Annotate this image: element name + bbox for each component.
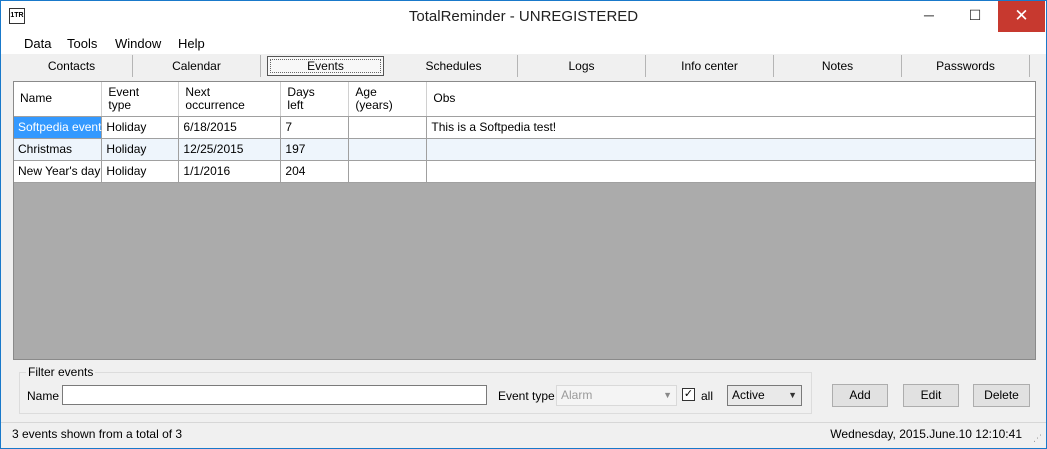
column-header-age[interactable]: Age (years) (348, 82, 428, 117)
column-header-event-type[interactable]: Event type (101, 82, 180, 117)
resize-grip-icon[interactable]: ⋰ (1033, 433, 1043, 443)
cell-age[interactable] (348, 160, 428, 183)
cell-next[interactable]: 6/18/2015 (178, 116, 282, 139)
column-header-next-occurrence[interactable]: Next occurrence (178, 82, 282, 117)
app-window: 1TR TotalReminder - UNREGISTERED ─ ☐ ✕ D… (0, 0, 1047, 449)
status-select[interactable]: Active ▼ (727, 385, 802, 406)
cell-obs[interactable] (426, 160, 1035, 183)
tab-info-center[interactable]: Info center (646, 55, 774, 77)
cell-next[interactable]: 12/25/2015 (178, 138, 282, 161)
title-bar[interactable]: 1TR TotalReminder - UNREGISTERED ─ ☐ ✕ (1, 1, 1046, 32)
menu-window[interactable]: Window (115, 36, 161, 51)
chevron-down-icon: ▼ (788, 390, 797, 400)
delete-button[interactable]: Delete (973, 384, 1030, 407)
cell-type[interactable]: Holiday (101, 160, 180, 183)
cell-next[interactable]: 1/1/2016 (178, 160, 282, 183)
datetime-status: Wednesday, 2015.June.10 12:10:41 (830, 427, 1022, 441)
minimize-button[interactable]: ─ (906, 1, 952, 32)
close-button[interactable]: ✕ (998, 1, 1045, 32)
tab-notes[interactable]: Notes (774, 55, 902, 77)
cell-age[interactable] (348, 138, 428, 161)
event-type-value: Alarm (561, 388, 593, 402)
column-header-obs[interactable]: Obs (426, 82, 1035, 117)
name-label: Name (27, 389, 60, 403)
tab-schedules[interactable]: Schedules (390, 55, 518, 77)
event-type-label: Event type (498, 389, 555, 403)
cell-obs[interactable]: This is a Softpedia test! (426, 116, 1035, 139)
tab-logs[interactable]: Logs (518, 55, 646, 77)
cell-name[interactable]: Softpedia event (14, 116, 103, 139)
event-type-select[interactable]: Alarm ▼ (556, 385, 677, 406)
menu-bar: Data Tools Window Help (1, 32, 1046, 54)
name-filter-input[interactable] (62, 385, 487, 405)
all-label: all (701, 389, 714, 403)
cell-name[interactable]: Christmas (14, 138, 103, 161)
chevron-down-icon: ▼ (663, 390, 672, 400)
tab-events[interactable]: Events (267, 56, 384, 76)
status-bar: 3 events shown from a total of 3 Wednesd… (1, 422, 1046, 448)
events-count-status: 3 events shown from a total of 3 (12, 427, 183, 441)
table-row[interactable]: New Year's day Holiday 1/1/2016 204 (14, 160, 1035, 183)
column-header-days-left[interactable]: Days left (280, 82, 350, 117)
tab-calendar[interactable]: Calendar (133, 55, 261, 77)
tab-passwords[interactable]: Passwords (902, 55, 1030, 77)
menu-data[interactable]: Data (24, 36, 51, 51)
table-header-row: Name Event type Next occurrence Days left A… (14, 82, 1035, 117)
status-value: Active (732, 388, 765, 402)
cell-obs[interactable] (426, 138, 1035, 161)
events-grid[interactable]: Name Event type Next occurrence Days left A… (13, 81, 1036, 360)
cell-type[interactable]: Holiday (101, 116, 180, 139)
cell-days[interactable]: 204 (280, 160, 350, 183)
table-row[interactable]: Softpedia event Holiday 6/18/2015 7 This… (14, 116, 1035, 139)
all-checkbox[interactable]: ✓ (682, 388, 695, 401)
filter-legend: Filter events (26, 365, 96, 379)
add-button[interactable]: Add (832, 384, 888, 407)
cell-days[interactable]: 7 (280, 116, 350, 139)
events-table: Name Event type Next occurrence Days left A… (14, 82, 1035, 183)
menu-help[interactable]: Help (178, 36, 205, 51)
cell-type[interactable]: Holiday (101, 138, 180, 161)
cell-age[interactable] (348, 116, 428, 139)
column-header-name[interactable]: Name (14, 82, 103, 117)
table-row[interactable]: Christmas Holiday 12/25/2015 197 (14, 138, 1035, 161)
cell-days[interactable]: 197 (280, 138, 350, 161)
cell-name[interactable]: New Year's day (14, 160, 103, 183)
tab-contacts[interactable]: Contacts (11, 55, 133, 77)
tab-bar: Contacts Calendar Events Schedules Logs … (11, 55, 1037, 78)
edit-button[interactable]: Edit (903, 384, 959, 407)
menu-tools[interactable]: Tools (67, 36, 97, 51)
maximize-button[interactable]: ☐ (952, 1, 998, 32)
window-title: TotalReminder - UNREGISTERED (408, 8, 639, 25)
